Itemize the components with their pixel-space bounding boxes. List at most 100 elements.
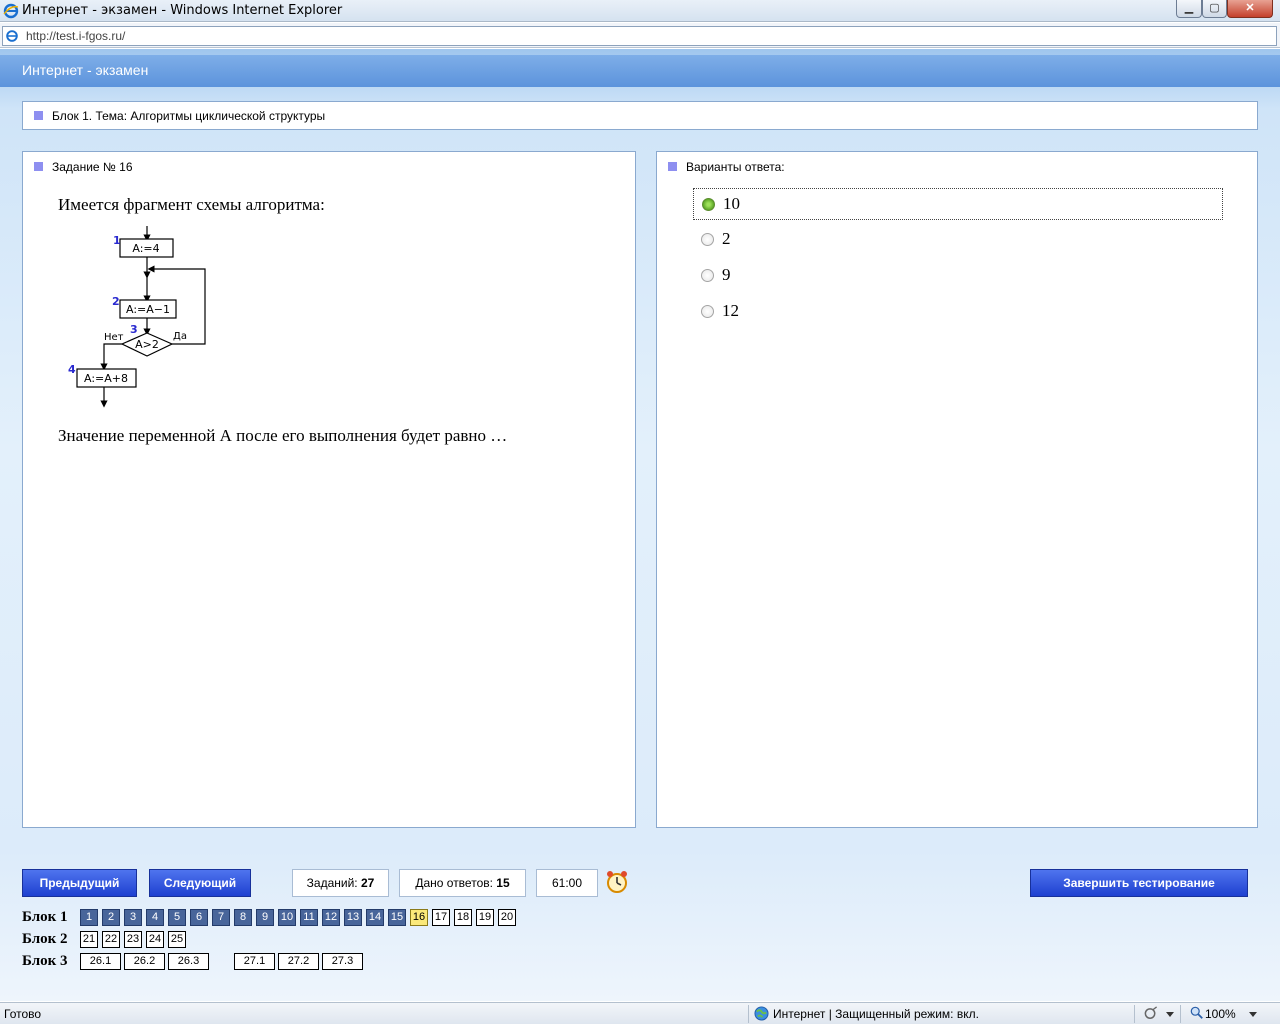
- answer-label: 2: [722, 229, 731, 248]
- tasks-counter: Заданий: 27: [292, 869, 389, 897]
- question-nav-button[interactable]: 16: [410, 909, 428, 926]
- question-nav-button[interactable]: 12: [322, 909, 340, 926]
- answer-label: 12: [722, 301, 739, 320]
- question-nav-button[interactable]: 14: [366, 909, 384, 926]
- flowchart-step-2: 2: [112, 295, 120, 308]
- radio-button[interactable]: [701, 269, 714, 282]
- question-nav-button[interactable]: 21: [80, 931, 98, 948]
- question-nav-button[interactable]: 19: [476, 909, 494, 926]
- protected-mode-icon[interactable]: [1143, 1006, 1159, 1021]
- question-nav-button[interactable]: 9: [256, 909, 274, 926]
- window-titlebar: Интернет - экзамен - Windows Internet Ex…: [0, 0, 1280, 22]
- question-nav-button[interactable]: 4: [146, 909, 164, 926]
- flowchart-step-3: 3: [130, 323, 138, 336]
- question-nav-button[interactable]: 13: [344, 909, 362, 926]
- status-bar: Готово Интернет | Защищенный режим: вкл.…: [0, 1002, 1280, 1024]
- minimize-button[interactable]: ▁: [1176, 0, 1202, 18]
- finish-test-button[interactable]: Завершить тестирование: [1030, 869, 1248, 897]
- page-content: Интернет - экзамен Блок 1. Тема: Алгорит…: [0, 49, 1280, 1001]
- app-header: Интернет - экзамен: [0, 55, 1280, 87]
- question-intro: Имеется фрагмент схемы алгоритма:: [58, 195, 325, 214]
- flowchart-box-1: A:=4: [132, 242, 159, 255]
- question-nav-button[interactable]: 27.3: [322, 953, 363, 970]
- flowchart-step-4: 4: [68, 363, 76, 376]
- question-nav-button[interactable]: 27.2: [278, 953, 319, 970]
- dropdown-arrow-icon[interactable]: [1249, 1012, 1257, 1017]
- block-heading-bar: Блок 1. Тема: Алгоритмы циклической стру…: [22, 101, 1258, 130]
- answer-option[interactable]: 2: [693, 224, 1223, 256]
- answers-given-counter: Дано ответов: 15: [399, 869, 526, 897]
- answers-panel: Варианты ответа: 10 2 9 12: [656, 151, 1258, 828]
- status-separator: [748, 1005, 749, 1023]
- internet-explorer-icon: [3, 3, 19, 19]
- answers-heading: Варианты ответа:: [686, 160, 785, 174]
- status-text: Готово: [4, 1007, 42, 1021]
- question-nav-button[interactable]: 15: [388, 909, 406, 926]
- question-nav-button[interactable]: 17: [432, 909, 450, 926]
- question-nav-button[interactable]: 2: [102, 909, 120, 926]
- radio-button[interactable]: [701, 305, 714, 318]
- radio-button[interactable]: [701, 233, 714, 246]
- question-nav-button[interactable]: 5: [168, 909, 186, 926]
- question-heading: Задание № 16: [52, 160, 133, 174]
- flowchart-box-2: A:=A−1: [126, 303, 170, 316]
- nav-row-label: Блок 3: [22, 953, 68, 969]
- globe-icon: [754, 1006, 769, 1021]
- app-title: Интернет - экзамен: [22, 62, 149, 78]
- question-nav-button[interactable]: 26.1: [80, 953, 121, 970]
- nav-row-label: Блок 2: [22, 931, 68, 947]
- answer-label: 10: [723, 194, 740, 213]
- question-nav-button[interactable]: 27.1: [234, 953, 275, 970]
- flowchart-condition: A>2: [135, 338, 159, 351]
- flowchart-yes-label: Да: [173, 331, 187, 342]
- question-nav-button[interactable]: 24: [146, 931, 164, 948]
- question-nav-button[interactable]: 3: [124, 909, 142, 926]
- answer-option[interactable]: 10: [693, 188, 1223, 220]
- window-title: Интернет - экзамен - Windows Internet Ex…: [22, 3, 343, 18]
- previous-button[interactable]: Предыдущий: [22, 869, 137, 897]
- flowchart-box-4: A:=A+8: [84, 372, 128, 385]
- dropdown-arrow-icon[interactable]: [1166, 1012, 1174, 1017]
- flowchart-image: A:=4 A:=A−1 A>2 A:=A+8 Нет Да 1 2 3 4: [68, 226, 206, 408]
- tasks-label: Заданий:: [306, 876, 358, 890]
- address-bar: http://test.i-fgos.ru/: [0, 23, 1280, 48]
- answer-option[interactable]: 12: [693, 296, 1223, 328]
- flowchart-no-label: Нет: [104, 332, 124, 343]
- question-nav-button[interactable]: 10: [278, 909, 296, 926]
- address-url: http://test.i-fgos.ru/: [26, 29, 126, 43]
- given-label: Дано ответов:: [415, 876, 493, 890]
- question-nav-button[interactable]: 26.3: [168, 953, 209, 970]
- question-nav-button[interactable]: 26.2: [124, 953, 165, 970]
- question-nav-button[interactable]: 18: [454, 909, 472, 926]
- page-icon: [6, 30, 18, 42]
- question-nav-button[interactable]: 7: [212, 909, 230, 926]
- next-button[interactable]: Следующий: [149, 869, 251, 897]
- bullet-square-icon: [34, 111, 43, 120]
- question-nav-button[interactable]: 1: [80, 909, 98, 926]
- block-heading: Блок 1. Тема: Алгоритмы циклической стру…: [52, 109, 326, 123]
- maximize-button[interactable]: ▢: [1202, 0, 1227, 18]
- nav-row-label: Блок 1: [22, 909, 68, 925]
- question-nav-button[interactable]: 20: [498, 909, 516, 926]
- zoom-level[interactable]: 100%: [1205, 1007, 1236, 1021]
- question-nav-button[interactable]: 22: [102, 931, 120, 948]
- zoom-icon[interactable]: [1190, 1006, 1204, 1020]
- answer-label: 9: [722, 265, 731, 284]
- tasks-count: 27: [360, 876, 375, 890]
- status-separator: [1180, 1005, 1181, 1023]
- close-button[interactable]: ✕: [1227, 0, 1273, 18]
- security-zone: Интернет | Защищенный режим: вкл.: [773, 1007, 979, 1021]
- status-separator: [1134, 1005, 1135, 1023]
- answer-option[interactable]: 9: [693, 260, 1223, 292]
- question-nav-button[interactable]: 23: [124, 931, 142, 948]
- radio-button-selected[interactable]: [702, 198, 715, 211]
- question-outro: Значение переменной А после его выполнен…: [58, 426, 508, 445]
- given-count: 15: [496, 876, 510, 890]
- address-field[interactable]: http://test.i-fgos.ru/: [2, 26, 1277, 46]
- question-nav-button[interactable]: 25: [168, 931, 186, 948]
- flowchart-step-1: 1: [113, 234, 121, 247]
- question-nav-button[interactable]: 11: [300, 909, 318, 926]
- question-nav-button[interactable]: 8: [234, 909, 252, 926]
- question-nav-button[interactable]: 6: [190, 909, 208, 926]
- bullet-square-icon: [34, 162, 43, 171]
